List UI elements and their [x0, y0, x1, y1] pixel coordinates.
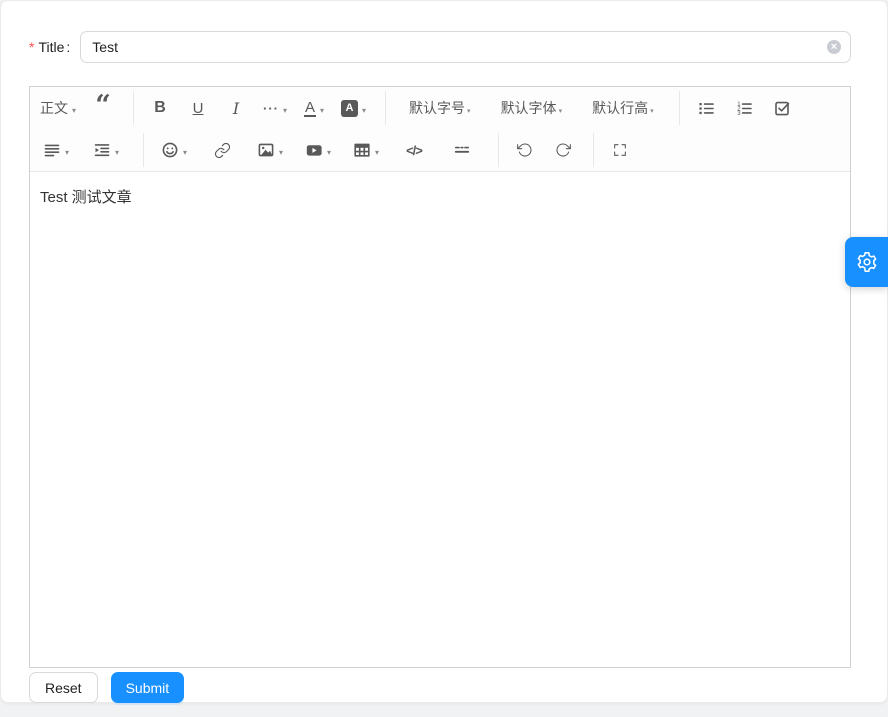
undo-icon: [517, 142, 533, 158]
toolbar-row-2: </>: [34, 129, 846, 171]
toolbar-separator: [593, 133, 594, 167]
italic-icon: I: [233, 99, 239, 118]
settings-button[interactable]: [845, 237, 888, 287]
toolbar-separator: [133, 91, 134, 125]
submit-button[interactable]: Submit: [111, 672, 185, 703]
underline-button[interactable]: U: [181, 92, 215, 124]
video-button[interactable]: [297, 134, 339, 166]
undo-button[interactable]: [508, 134, 542, 166]
chevron-down-icon: [183, 142, 187, 158]
chevron-down-icon: [375, 142, 379, 158]
chevron-down-icon: [559, 100, 563, 116]
align-icon: [43, 141, 61, 159]
indent-select[interactable]: [84, 134, 128, 166]
italic-button[interactable]: I: [219, 92, 253, 124]
blockquote-button[interactable]: [86, 92, 120, 124]
todo-list-button[interactable]: [765, 92, 799, 124]
title-label: * Title :: [29, 39, 80, 55]
emoji-button[interactable]: [153, 134, 195, 166]
gear-icon: [856, 251, 878, 273]
image-icon: [257, 141, 275, 159]
link-button[interactable]: [201, 134, 243, 166]
svg-text:3: 3: [737, 111, 741, 117]
more-styles-button[interactable]: ···: [257, 92, 293, 124]
divider-button[interactable]: [441, 134, 483, 166]
fullscreen-button[interactable]: [603, 134, 637, 166]
chevron-down-icon: [362, 100, 366, 116]
title-label-text: Title: [38, 39, 64, 55]
chevron-down-icon: [327, 142, 331, 158]
chevron-down-icon: [72, 100, 76, 116]
underline-icon: U: [193, 100, 204, 117]
more-styles-icon: ···: [263, 101, 279, 116]
image-button[interactable]: [249, 134, 291, 166]
chevron-down-icon: [467, 100, 471, 116]
chevron-down-icon: [65, 142, 69, 158]
toolbar-separator: [143, 133, 144, 167]
link-icon: [214, 142, 231, 159]
toolbar-separator: [498, 133, 499, 167]
font-family-label: 默认字体: [501, 98, 557, 118]
chevron-down-icon: [650, 100, 654, 116]
font-family-select[interactable]: 默认字体: [487, 92, 577, 124]
font-color-icon: A: [304, 100, 316, 117]
font-size-label: 默认字号: [409, 98, 465, 118]
toolbar-row-1: 正文 B U I ···: [34, 87, 846, 129]
bg-color-icon: A: [341, 100, 358, 117]
header-select-label: 正文: [40, 98, 68, 118]
editor-toolbar: 正文 B U I ···: [30, 87, 850, 172]
title-form-item: * Title :: [29, 31, 851, 63]
toolbar-separator: [679, 91, 680, 125]
bold-button[interactable]: B: [143, 92, 177, 124]
bg-color-button[interactable]: A: [335, 92, 372, 124]
fullscreen-icon: [612, 142, 628, 158]
editor-content-area[interactable]: Test 测试文章: [30, 172, 850, 667]
chevron-down-icon: [115, 142, 119, 158]
form-actions: Reset Submit: [29, 672, 184, 703]
editor-paragraph: Test 测试文章: [40, 187, 840, 210]
blockquote-icon: [95, 101, 111, 115]
redo-icon: [555, 142, 571, 158]
code-block-button[interactable]: </>: [393, 134, 435, 166]
table-button[interactable]: [345, 134, 387, 166]
toolbar-separator: [385, 91, 386, 125]
line-height-label: 默认行高: [592, 98, 648, 118]
chevron-down-icon: [320, 100, 324, 116]
horizontal-rule-icon: [453, 141, 471, 159]
bulleted-list-button[interactable]: [689, 92, 723, 124]
font-color-button[interactable]: A: [297, 92, 331, 124]
align-select[interactable]: [34, 134, 78, 166]
todo-checkbox-icon: [773, 99, 791, 117]
code-icon: </>: [406, 143, 422, 158]
chevron-down-icon: [283, 100, 287, 116]
clear-input-icon[interactable]: [827, 40, 841, 54]
required-mark: *: [29, 40, 34, 54]
reset-button[interactable]: Reset: [29, 672, 98, 703]
emoji-icon: [161, 141, 179, 159]
form-card: * Title : 正文 B: [0, 0, 888, 703]
bold-icon: B: [154, 99, 166, 117]
rich-text-editor: 正文 B U I ···: [29, 86, 851, 668]
header-select-button[interactable]: 正文: [34, 92, 82, 124]
bulleted-list-icon: [697, 99, 715, 117]
numbered-list-icon: 1 2 3: [735, 99, 753, 117]
numbered-list-button[interactable]: 1 2 3: [727, 92, 761, 124]
redo-button[interactable]: [546, 134, 580, 166]
indent-icon: [93, 141, 111, 159]
title-input[interactable]: [80, 31, 851, 63]
chevron-down-icon: [279, 142, 283, 158]
font-size-select[interactable]: 默认字号: [395, 92, 485, 124]
line-height-select[interactable]: 默认行高: [578, 92, 668, 124]
title-input-wrap: [80, 31, 851, 63]
title-label-colon: :: [66, 39, 70, 55]
table-icon: [353, 141, 371, 159]
video-icon: [305, 141, 323, 159]
